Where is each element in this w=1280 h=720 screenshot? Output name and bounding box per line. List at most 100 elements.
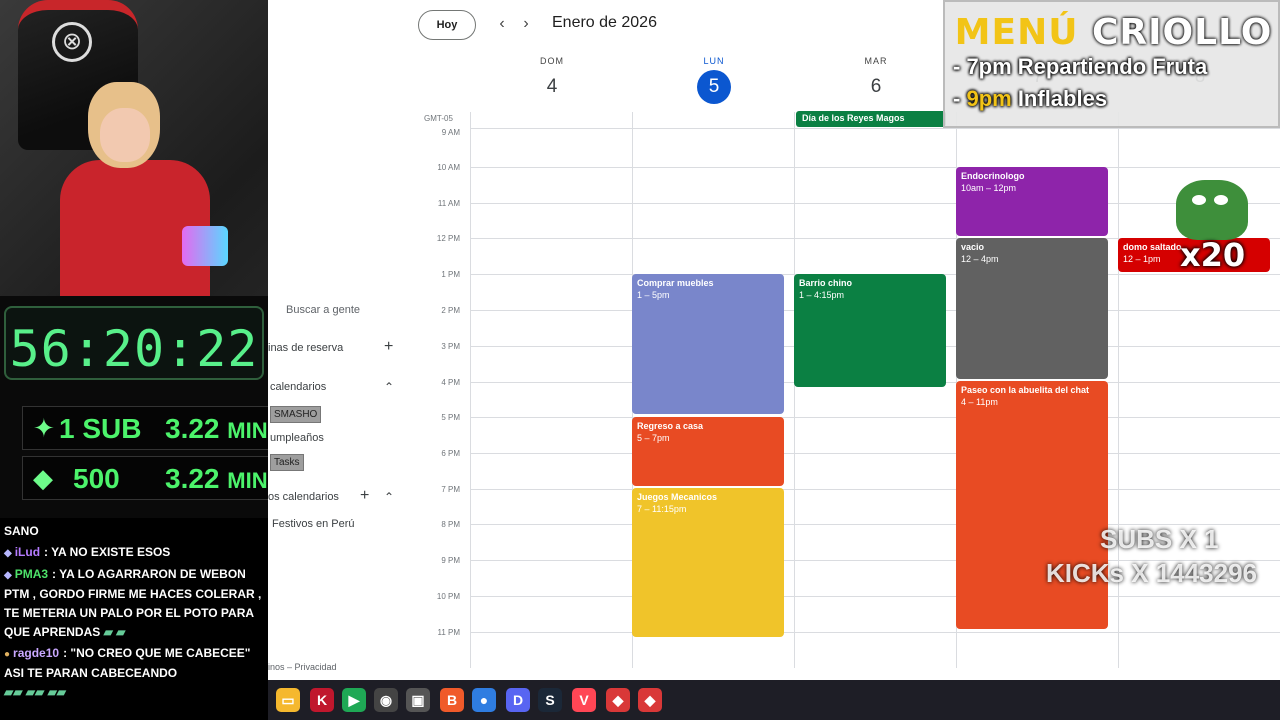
kick-app-icon[interactable]: K [310,688,334,712]
hour-line [470,632,1280,633]
hour-line [470,417,1280,418]
hour-line [470,453,1280,454]
grid-divider [794,112,795,668]
next-week-button[interactable]: › [516,14,536,36]
hour-line [470,489,1280,490]
add-booking-icon[interactable]: + [384,338,393,356]
hour-line [470,203,1280,204]
microphone-icon [182,226,228,266]
hour-label: 12 PM [436,234,460,243]
play-store-icon[interactable]: ▶ [342,688,366,712]
hour-label: 8 PM [441,520,460,529]
subathon-panel: 56:20:22 ✦ 1 SUB 3.22 MIN ◷ ◆ 500 3.22 M… [0,296,312,518]
event-regreso-a-casa[interactable]: Regreso a casa 5 – 7pm [632,417,784,486]
people-search-input[interactable]: Buscar a gente [286,304,360,316]
frog-eye [1192,195,1206,205]
day-header-mon[interactable]: LUN 5 [634,56,794,104]
sparkle-icon: ✦ [33,413,55,443]
day-header-sun[interactable]: DOM 4 [472,56,632,104]
streamer-face [100,108,150,162]
brave-icon[interactable]: B [440,688,464,712]
my-calendars-label[interactable]: calendarios [270,381,326,393]
calendar-item-holidays[interactable]: Festivos en Perú [272,518,355,530]
taskbar: ▭ K ▶ ◉ ▣ B ● D S V ◆ ◆ [268,680,1280,720]
timer-box: 56:20:22 [4,306,264,380]
sub-badge-icon: ◆ [4,570,12,581]
calendar-item-smasho[interactable]: SMASHO [270,406,322,423]
calendar-sidebar: Buscar a gente inas de reserva + calenda… [268,296,398,680]
booking-pages-label[interactable]: inas de reserva [268,342,343,354]
subathon-timer: 56:20:22 [9,320,259,378]
hour-label: 3 PM [441,342,460,351]
hour-label: 5 PM [441,413,460,422]
allday-event-reyes-magos[interactable]: Día de los Reyes Magos [796,111,946,127]
chat-partial-line: SANO [4,524,39,538]
hour-label: 1 PM [441,270,460,279]
calendar-item-birthdays[interactable]: umpleaños [270,432,324,444]
event-juegos-mecanicos[interactable]: Juegos Mecanicos 7 – 11:15pm [632,488,784,637]
reward-value: 3.22 MIN [165,463,268,494]
chat-message: ● ragde10: "NO CREO QUE ME CABECEE" ASI T… [4,644,264,702]
pepe-frog-icon [1176,180,1248,240]
file-explorer-icon[interactable]: ▭ [276,688,300,712]
sub-badge-icon: ◆ [4,548,12,559]
app-red-2-icon[interactable]: ◆ [638,688,662,712]
event-paseo-abuelita[interactable]: Paseo con la abuelita del chat 4 – 11pm [956,381,1108,629]
chevron-up-icon[interactable]: ⌃ [384,490,394,504]
chat-username[interactable]: iLud [15,545,40,559]
frog-eye [1214,195,1228,205]
menu-line-2: - 9pm Inflables [953,86,1108,111]
other-calendars-label[interactable]: os calendarios [268,491,339,503]
today-button[interactable]: Hoy [418,10,476,40]
day-header-tue[interactable]: MAR 6 [796,56,956,104]
event-comprar-muebles[interactable]: Comprar muebles 1 – 5pm [632,274,784,414]
chevron-up-icon[interactable]: ⌃ [384,380,394,394]
emote-icon: ▰ ▰ [103,625,126,639]
kicks-counter: KICKs X 1443296 [1046,558,1258,588]
calendar-item-tasks[interactable]: Tasks [270,454,304,471]
hour-label: 6 PM [441,449,460,458]
obs-icon[interactable]: ◉ [374,688,398,712]
chat-username[interactable]: PMA3 [15,567,48,581]
grid-divider [470,112,471,668]
add-calendar-icon[interactable]: + [360,487,369,505]
menu-line-1: - 7pm Repartiendo Fruta [953,54,1208,79]
footer-links[interactable]: inos – Privacidad [268,662,337,672]
hour-label: 4 PM [441,378,460,387]
reward-value: 3.22 MIN [165,413,268,444]
hour-label: 7 PM [441,485,460,494]
emote-icon: ▰▰ ▰▰ ▰▰ [4,685,67,699]
prev-week-button[interactable]: ‹ [492,14,512,36]
chat-text: : YA NO EXISTE ESOS [44,545,171,559]
hour-label: 11 AM [437,199,460,208]
chrome-icon[interactable]: ● [472,688,496,712]
app-red-1-icon[interactable]: ◆ [606,688,630,712]
sub-badge-icon: ● [4,649,11,660]
reward-label: 500 [73,463,120,494]
discord-icon[interactable]: D [506,688,530,712]
gem-icon: ◆ [33,463,53,493]
chat-username[interactable]: ragde10 [13,646,59,660]
subs-counter: SUBS X 1 [1100,524,1219,554]
streamdeck-icon[interactable]: ▣ [406,688,430,712]
event-vacio[interactable]: vacio 12 – 4pm [956,238,1108,379]
hour-line [470,128,1280,129]
menu-criollo-overlay: MENÚ CRIOLLO - 7pm Repartiendo Fruta - 9… [943,0,1280,128]
chat-panel: SANO ◆ iLud : YA NO EXISTE ESOS ◆ PMA3 : YA … [0,518,268,720]
hour-label: 10 AM [437,163,460,172]
steam-icon[interactable]: S [538,688,562,712]
hour-label: 2 PM [441,306,460,315]
hour-line [470,167,1280,168]
hour-label: 11 PM [437,628,460,637]
reward-label: 1 SUB [59,413,142,444]
event-endocrinologo[interactable]: Endocrinologo 10am – 12pm [956,167,1108,236]
chair-logo-icon: ⊗ [52,22,92,62]
timezone-label: GMT-05 [424,114,453,123]
chat-message: ◆ iLud : YA NO EXISTE ESOS [4,543,264,563]
hour-label: 9 AM [441,128,460,137]
valorant-icon[interactable]: V [572,688,596,712]
hour-line [470,596,1280,597]
event-barrio-chino[interactable]: Barrio chino 1 – 4:15pm [794,274,946,387]
menu-title: MENÚ CRIOLLO [954,12,1273,53]
hour-label: 9 PM [441,556,460,565]
